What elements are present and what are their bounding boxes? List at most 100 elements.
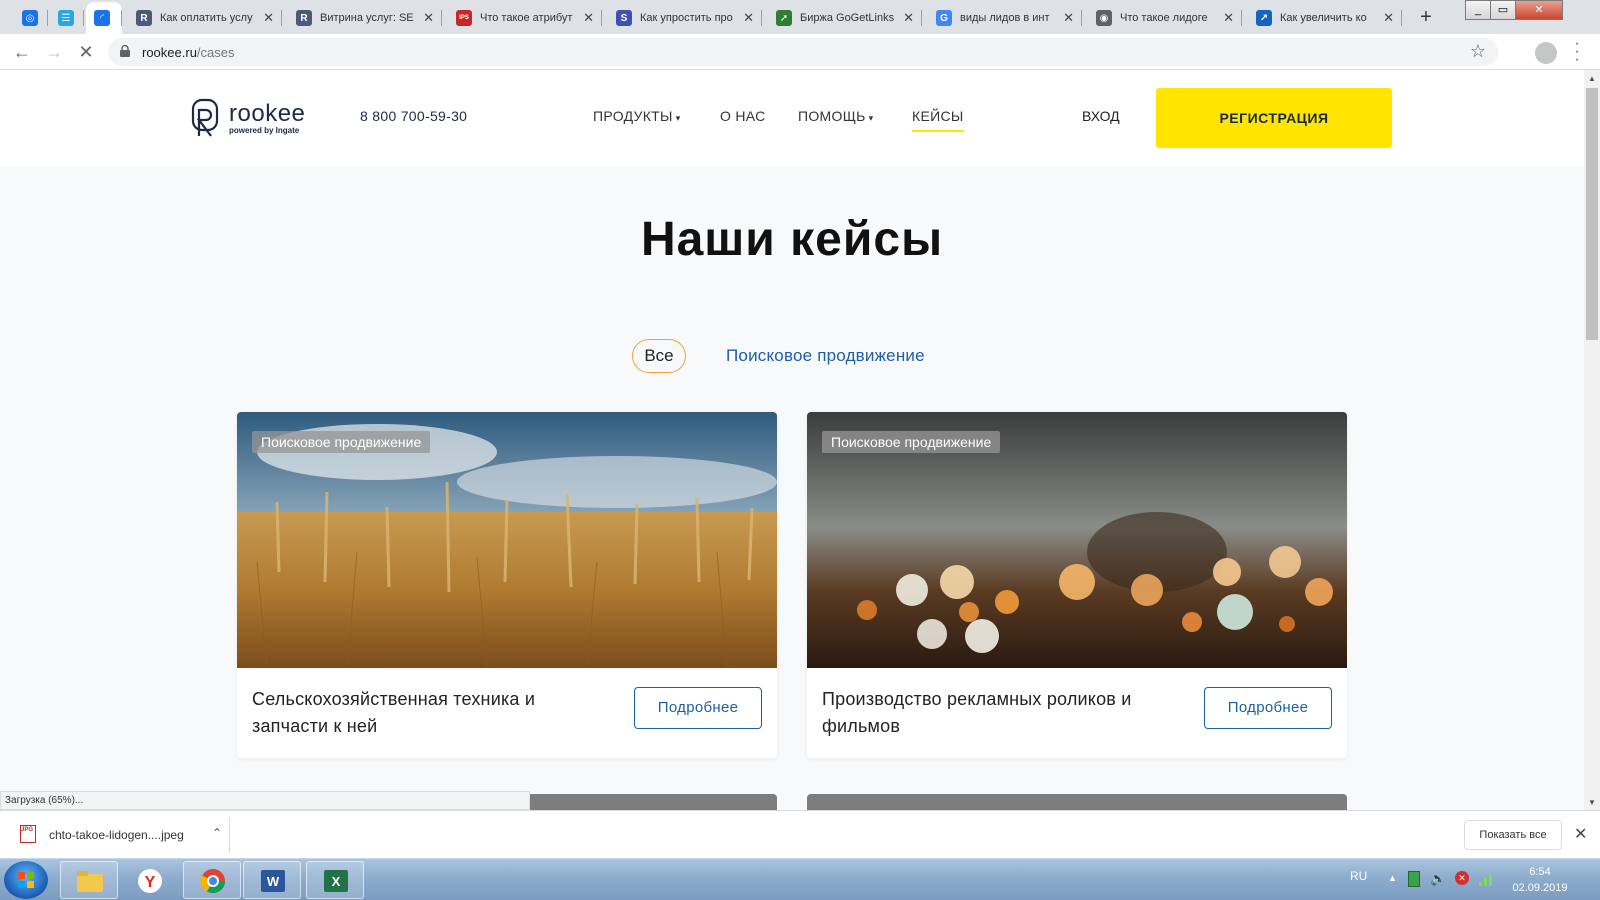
lock-icon — [120, 45, 130, 57]
browser-tab[interactable]: ↗ Как увеличить ко ✕ — [1246, 2, 1402, 34]
browser-tab[interactable]: R Витрина услуг: SE ✕ — [286, 2, 442, 34]
phone-number[interactable]: 8 800 700-59-30 — [360, 108, 467, 124]
taskbar-excel[interactable]: X — [306, 861, 364, 899]
page-title: Наши кейсы — [640, 213, 944, 266]
login-link[interactable]: ВХОД — [1082, 108, 1120, 124]
browser-tab[interactable]: Gвиды лидов в инт ✕ — [926, 2, 1082, 34]
tab-separator — [1241, 10, 1242, 26]
language-indicator[interactable]: RU — [1350, 869, 1367, 883]
case-card[interactable]: Поисковое продвижение Производство рекла… — [807, 412, 1347, 758]
close-download-bar-icon[interactable]: ✕ — [1574, 824, 1587, 844]
case-card[interactable]: Поисковое продвижение Сельскохозяйственн… — [237, 412, 777, 758]
close-tab-icon[interactable]: ✕ — [263, 10, 274, 26]
address-bar[interactable]: rookee.ru/cases ☆ — [108, 38, 1498, 66]
close-tab-icon[interactable]: ✕ — [1063, 10, 1074, 26]
tray-expand-icon[interactable]: ▲ — [1388, 873, 1397, 883]
site-logo[interactable]: rookee powered by Ingate — [191, 98, 305, 138]
card-category-tag: Поисковое продвижение — [822, 431, 1001, 453]
chevron-up-icon[interactable]: ⌃ — [212, 826, 222, 840]
close-tab-icon[interactable]: ✕ — [1383, 10, 1394, 26]
close-tab-icon[interactable]: ✕ — [583, 10, 594, 26]
minimize-button[interactable]: _ — [1465, 0, 1491, 20]
tab-title: Как упростить про — [640, 12, 733, 24]
taskbar-word[interactable]: W — [243, 861, 301, 899]
stop-loading-icon[interactable]: ✕ — [74, 40, 98, 64]
show-all-downloads-button[interactable]: Показать все — [1464, 820, 1562, 850]
browser-tab[interactable]: ◉ Что такое лидоге ✕ — [1086, 2, 1242, 34]
browser-toolbar: ← → ✕ rookee.ru/cases ☆ · · · — [0, 34, 1600, 70]
filter-all-chip[interactable]: Все — [632, 339, 686, 373]
taskbar-explorer[interactable] — [60, 861, 118, 899]
details-button[interactable]: Подробнее — [634, 687, 762, 729]
tab-title: Витрина услуг: SE — [320, 12, 414, 24]
close-tab-icon[interactable]: ✕ — [423, 10, 434, 26]
tab-separator — [1401, 10, 1402, 26]
download-item[interactable]: JPG chto-takoe-lidogen....jpeg ⌃ — [12, 817, 230, 853]
page-scrollbar[interactable]: ▲ ▼ — [1584, 70, 1600, 810]
taskbar-clock[interactable]: 6:54 02.09.2019 — [1495, 864, 1585, 896]
maximize-button[interactable]: ▭ — [1490, 0, 1516, 20]
browser-tab[interactable]: IPS Что такое атрибут ✕ — [446, 2, 602, 34]
back-icon[interactable]: ← — [10, 40, 34, 64]
profile-avatar-icon[interactable] — [1535, 42, 1557, 64]
tab-separator — [601, 10, 602, 26]
browser-tab[interactable]: ◜ — [86, 2, 122, 34]
tab-separator — [761, 10, 762, 26]
scroll-up-icon[interactable]: ▲ — [1588, 74, 1596, 83]
loading-icon: ◜ — [94, 10, 110, 26]
battery-icon[interactable] — [1408, 871, 1420, 887]
taskbar-yandex[interactable]: Y — [120, 861, 178, 899]
nav-products[interactable]: ПРОДУКТЫ ▾ — [593, 108, 681, 124]
tab-separator — [281, 10, 282, 26]
chart-icon: ↗ — [1256, 10, 1272, 26]
loading-status: Загрузка (65%)... — [0, 791, 530, 810]
card-title: Сельскохозяйственная техника и запчасти … — [252, 689, 536, 736]
taskbar-chrome[interactable] — [183, 861, 241, 899]
network-error-icon[interactable]: ✕ — [1455, 871, 1469, 885]
start-button[interactable] — [4, 861, 48, 899]
scroll-down-icon[interactable]: ▼ — [1588, 798, 1596, 807]
close-tab-icon[interactable]: ✕ — [903, 10, 914, 26]
details-button[interactable]: Подробнее — [1204, 687, 1332, 729]
tab-title: Биржа GoGetLinks — [800, 12, 895, 24]
yandex-browser-icon: Y — [138, 869, 162, 893]
forward-icon[interactable]: → — [42, 40, 66, 64]
nav-help[interactable]: ПОМОЩЬ ▾ — [798, 108, 873, 124]
word-icon: W — [261, 870, 285, 892]
browser-tab[interactable]: ◎ — [14, 2, 48, 34]
close-tab-icon[interactable]: ✕ — [743, 10, 754, 26]
page-viewport: rookee powered by Ingate 8 800 700-59-30… — [0, 70, 1584, 810]
nav-cases[interactable]: КЕЙСЫ — [912, 108, 964, 132]
excel-icon: X — [324, 870, 348, 892]
tab-title: Как увеличить ко — [1280, 12, 1367, 24]
svg-text:W: W — [267, 874, 280, 889]
clock-date: 02.09.2019 — [1512, 882, 1568, 894]
browser-tab[interactable]: ➚ Биржа GoGetLinks ✕ — [766, 2, 922, 34]
bookmark-star-icon[interactable]: ☆ — [1470, 41, 1486, 62]
new-tab-button[interactable]: + — [1413, 5, 1439, 31]
volume-icon[interactable]: 🔈 — [1430, 871, 1446, 887]
logo-name: rookee — [229, 99, 306, 127]
close-tab-icon[interactable]: ✕ — [1223, 10, 1234, 26]
case-card-partial[interactable] — [807, 794, 1347, 810]
chevron-down-icon: ▾ — [675, 113, 681, 123]
filter-seo-link[interactable]: Поисковое продвижение — [726, 346, 925, 366]
register-button[interactable]: РЕГИСТРАЦИЯ — [1156, 88, 1392, 148]
signal-strength-icon[interactable] — [1478, 871, 1494, 887]
site-header: rookee powered by Ingate 8 800 700-59-30… — [0, 70, 1584, 166]
folder-icon — [77, 871, 103, 892]
target-icon: ◎ — [22, 10, 38, 26]
browser-menu-icon[interactable]: · · · — [1574, 36, 1580, 68]
download-file-name: chto-takoe-lidogen....jpeg — [49, 828, 184, 842]
gogetlinks-icon: ➚ — [776, 10, 792, 26]
browser-tab[interactable]: S Как упростить про ✕ — [606, 2, 762, 34]
nav-about[interactable]: О НАС — [720, 108, 766, 124]
close-window-button[interactable]: ✕ — [1515, 0, 1563, 20]
scrollbar-thumb[interactable] — [1586, 88, 1598, 340]
browser-tab[interactable]: ☰ — [50, 2, 84, 34]
svg-text:X: X — [332, 874, 341, 889]
browser-tab[interactable]: R Как оплатить услу ✕ — [126, 2, 282, 34]
rookee-icon: R — [296, 10, 312, 26]
tab-separator — [47, 10, 48, 26]
rookee-icon: R — [136, 10, 152, 26]
